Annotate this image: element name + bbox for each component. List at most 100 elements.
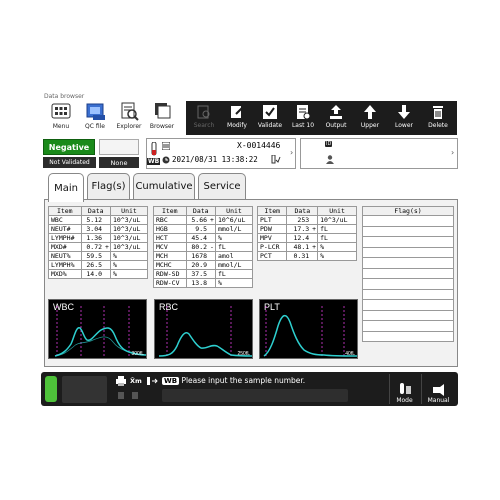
- table-row: LYMPH% 26.5%: [48, 260, 149, 270]
- cell-data: 59.5: [80, 251, 105, 261]
- cell-item: LYMPH%: [48, 260, 82, 270]
- cell-item: MPV: [256, 233, 288, 243]
- table-row: RDW-CV 13.8%: [153, 278, 254, 288]
- person-icon: [326, 155, 334, 164]
- patient-info-box[interactable]: ID ›: [300, 138, 458, 169]
- cell-data: 17.3: [286, 224, 312, 234]
- table-row: NEUT% 59.5%: [48, 251, 149, 261]
- col-unit: Unit: [214, 206, 254, 216]
- wbc-histogram-axis: 300fL: [131, 351, 144, 357]
- message-text: Please input the sample number.: [181, 376, 306, 385]
- cell-data: 5.66: [185, 215, 210, 225]
- menu-button[interactable]: Menu: [48, 101, 74, 134]
- output-button[interactable]: Output: [320, 104, 352, 134]
- delete-button[interactable]: Delete: [422, 104, 454, 134]
- flag-row: [362, 246, 454, 258]
- cell-data: 12.4: [286, 233, 312, 243]
- manual-label: Manual: [427, 397, 450, 404]
- flags-table: Flag(s): [362, 206, 454, 342]
- upper-button[interactable]: Upper: [354, 104, 386, 134]
- manual-button[interactable]: Manual: [421, 374, 455, 404]
- plt-histogram-curve: [263, 306, 357, 357]
- col-item: Item: [48, 206, 82, 216]
- flag-row: [362, 225, 454, 237]
- rbc-histogram-axis: 250fL: [237, 351, 250, 357]
- col-data: Data: [286, 206, 319, 216]
- search-button[interactable]: Search: [188, 104, 220, 134]
- cell-data: 3.04: [80, 224, 105, 234]
- table-row: NEUT# 3.04 10^3/uL: [48, 224, 149, 234]
- mode-button[interactable]: Mode: [389, 374, 419, 404]
- browser-label: Browser: [149, 123, 175, 130]
- flag-row: [362, 215, 454, 227]
- sample-id: X-0014446: [237, 141, 281, 150]
- cell-data: 37.5: [185, 269, 210, 279]
- col-item: Item: [256, 206, 288, 216]
- cell-item: PDW: [256, 224, 288, 234]
- col-data: Data: [185, 206, 216, 216]
- cell-unit: %: [317, 251, 357, 261]
- rbc-histogram: RBC 250fL: [154, 299, 253, 359]
- last10-button[interactable]: Last 10: [287, 104, 319, 134]
- search-icon: [196, 104, 212, 120]
- validate-button[interactable]: Validate: [254, 104, 286, 134]
- upper-label: Upper: [360, 122, 380, 129]
- explorer-button[interactable]: Explorer: [115, 101, 143, 134]
- tab-cumulative[interactable]: Cumulative: [133, 173, 195, 199]
- cell-unit: %: [109, 269, 149, 279]
- cell-item: RBC: [153, 215, 187, 225]
- lower-button[interactable]: Lower: [388, 104, 420, 134]
- flag-row: [362, 309, 454, 321]
- sample-info-box[interactable]: WB X-0014446 2021/08/31 13:38:22 ›: [146, 138, 296, 169]
- cell-data: 13.8: [185, 278, 210, 288]
- flag-row: [362, 278, 454, 290]
- tab-flags[interactable]: Flag(s): [87, 173, 130, 199]
- xm-icon: X̄m: [130, 377, 142, 385]
- tab-service[interactable]: Service: [198, 173, 246, 199]
- sample-number-input[interactable]: [162, 389, 348, 402]
- cell-unit: 10^3/uL: [109, 233, 149, 243]
- modify-button[interactable]: Modify: [221, 104, 253, 134]
- flag-cell: [362, 225, 454, 237]
- cell-item: RDW-CV: [153, 278, 187, 288]
- browser-button[interactable]: Browser: [148, 101, 176, 134]
- disabled-trash-icon: [132, 392, 138, 399]
- cell-unit: fL: [317, 233, 357, 243]
- last10-label: Last 10: [291, 122, 315, 129]
- patient-id-icon: ID: [325, 141, 333, 147]
- status-led-indicator: [45, 376, 57, 402]
- cell-unit: fL: [214, 242, 254, 252]
- cell-item: RDW-SD: [153, 269, 187, 279]
- cell-item: WBC: [48, 215, 82, 225]
- table-row: HGB 9.5 mmol/L: [153, 224, 254, 234]
- cell-item: NEUT#: [48, 224, 82, 234]
- table-row: PDW 17.3 + fL: [256, 224, 357, 234]
- cell-unit: %: [214, 233, 254, 243]
- flag-status-badge: None: [99, 157, 139, 168]
- tube-check-icon: [271, 155, 281, 164]
- table-row: MCHC 20.9 mmol/L: [153, 260, 254, 270]
- cell-data: 26.5: [80, 260, 105, 270]
- qc-file-button[interactable]: QC file: [81, 101, 109, 134]
- table-row: WBC 5.12 10^3/uL: [48, 215, 149, 225]
- tab-main[interactable]: Main: [48, 173, 84, 202]
- modify-icon: [229, 104, 245, 120]
- table-row: MPV 12.4 fL: [256, 233, 357, 243]
- cell-data: 9.5: [185, 224, 210, 234]
- cell-unit: %: [109, 251, 149, 261]
- cell-unit: mmol/L: [214, 260, 254, 270]
- flag-cell: [362, 309, 454, 321]
- delete-label: Delete: [428, 122, 448, 129]
- sampler-display: [62, 376, 107, 403]
- plt-histogram-axis: 40fL: [345, 351, 355, 357]
- col-item: Item: [153, 206, 187, 216]
- printer-icon: [116, 376, 126, 386]
- col-data: Data: [80, 206, 111, 216]
- search-label: Search: [193, 122, 215, 129]
- result-status-badge: Negative: [43, 139, 95, 155]
- explorer-icon: [119, 101, 139, 121]
- cell-item: LYMPH#: [48, 233, 82, 243]
- table-row: P-LCR 48.1 +%: [256, 242, 357, 252]
- browser-icon: [152, 101, 172, 121]
- flag-row: [362, 257, 454, 269]
